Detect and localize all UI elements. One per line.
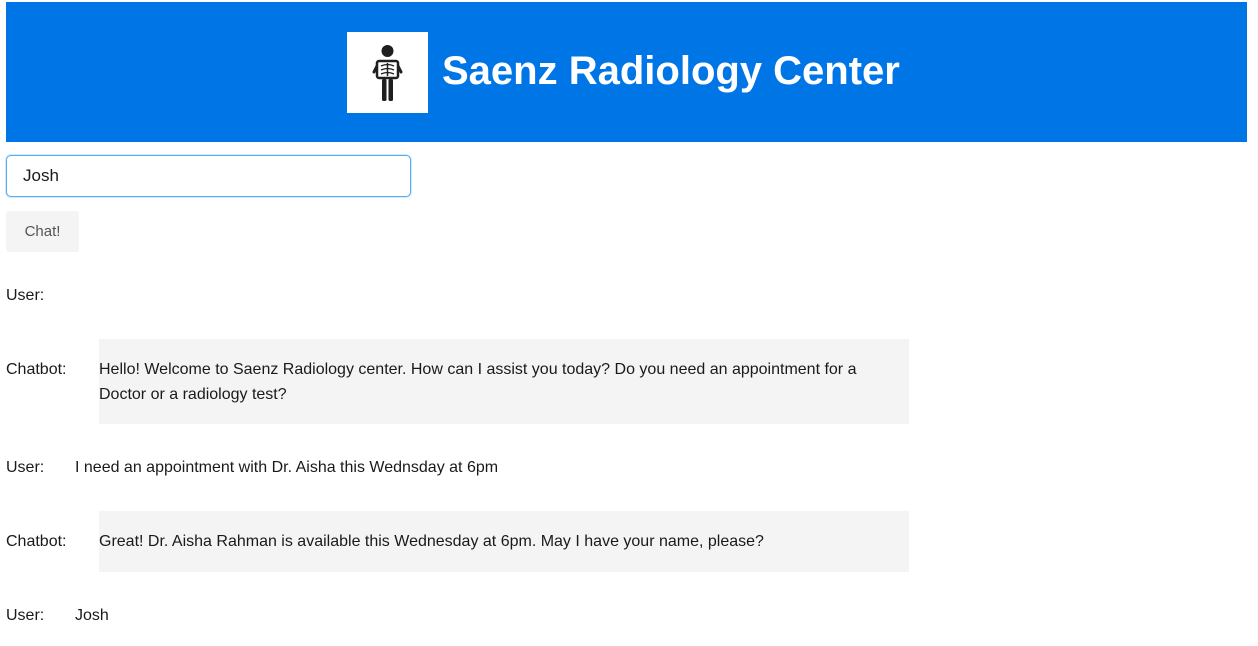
message-row: User: (6, 283, 906, 308)
xray-person-icon (347, 32, 428, 113)
speaker-label: Chatbot: (6, 533, 67, 550)
message-row: User: Josh (6, 603, 906, 628)
site-header: Saenz Radiology Center (6, 2, 1247, 142)
speaker-label: User: (6, 607, 45, 624)
chatbot-message-text: Great! Dr. Aisha Rahman is available thi… (99, 533, 764, 550)
chatbot-message-bubble: Hello! Welcome to Saenz Radiology center… (99, 339, 909, 424)
speaker-label: User: (6, 459, 45, 476)
speaker-label: Chatbot: (6, 361, 67, 378)
message-row: User: I need an appointment with Dr. Ais… (6, 455, 906, 480)
chatbot-message-bubble: Great! Dr. Aisha Rahman is available thi… (99, 511, 909, 572)
name-input[interactable] (6, 155, 411, 197)
message-row: Chatbot: Hello! Welcome to Saenz Radiolo… (6, 339, 916, 425)
page: Saenz Radiology Center Chat! User: Chatb… (0, 0, 1258, 646)
speaker-label: User: (6, 287, 45, 304)
chat-button[interactable]: Chat! (6, 211, 79, 252)
user-message-text: Josh (75, 607, 109, 624)
user-message-text: I need an appointment with Dr. Aisha thi… (75, 459, 499, 476)
message-row: Chatbot: Great! Dr. Aisha Rahman is avai… (6, 511, 916, 572)
page-title: Saenz Radiology Center (442, 49, 900, 93)
chatbot-message-text: Hello! Welcome to Saenz Radiology center… (99, 361, 857, 403)
